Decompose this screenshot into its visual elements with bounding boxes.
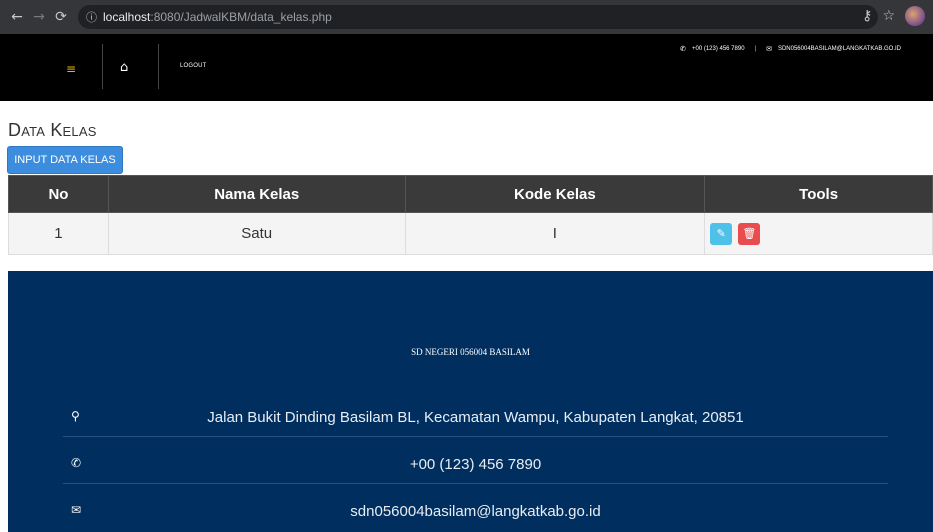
cell-no: 1 <box>8 212 109 255</box>
header-email: SDN056004BASILAM@LANGKATKAB.GO.ID <box>777 46 901 52</box>
trash-icon: 🗑 <box>742 226 757 240</box>
profile-avatar[interactable] <box>905 6 925 26</box>
hamburger-icon[interactable]: ≡ <box>66 62 76 76</box>
header-phone: +00 (123) 456 7890 <box>691 46 745 52</box>
key-icon[interactable]: ⚷ <box>862 8 872 24</box>
footer-phone: +00 (123) 456 7890 <box>409 456 542 473</box>
edit-button[interactable]: ✎ <box>710 222 733 245</box>
header-nama-kelas: Nama Kelas <box>107 175 406 213</box>
header-kode-kelas: Kode Kelas <box>404 175 706 213</box>
table-header-row: No Nama Kelas Kode Kelas Tools <box>8 175 933 213</box>
cell-kode-kelas: I <box>404 212 706 255</box>
footer-address-row: ⚲ Jalan Bukit Dinding Basilam BL, Kecama… <box>63 399 888 437</box>
back-arrow-icon[interactable]: ← <box>6 9 28 25</box>
url-path: :8080/JadwalKBM/data_kelas.php <box>150 10 332 24</box>
home-icon[interactable]: ⌂ <box>120 60 128 75</box>
reload-icon[interactable]: ⟳ <box>50 9 72 25</box>
url-host: localhost <box>103 10 151 24</box>
header-divider <box>158 44 159 89</box>
table-row: 1 Satu I ✎ 🗑 <box>8 212 933 255</box>
address-bar[interactable]: ⓘ localhost:8080/JadwalKBM/data_kelas.ph… <box>78 5 878 29</box>
cell-tools: ✎ 🗑 <box>704 212 933 255</box>
school-name: SD NEGERI 056004 BASILAM <box>411 347 530 357</box>
browser-toolbar: ← → ⟳ ⓘ localhost:8080/JadwalKBM/data_ke… <box>0 0 933 34</box>
footer-phone-row: ✆ +00 (123) 456 7890 <box>63 446 888 484</box>
footer-email-row: ✉ sdn056004basilam@langkatkab.go.id <box>63 493 888 531</box>
footer-address: Jalan Bukit Dinding Basilam BL, Kecamata… <box>207 409 744 426</box>
pencil-icon: ✎ <box>716 226 726 240</box>
site-footer: SD NEGERI 056004 BASILAM ⚲ Jalan Bukit D… <box>8 271 933 532</box>
kelas-table: No Nama Kelas Kode Kelas Tools 1 Satu I … <box>8 175 933 255</box>
header-divider <box>102 44 103 89</box>
site-header: ≡ ⌂ LOGOUT ✆ +00 (123) 456 7890 | ✉ SDN0… <box>0 34 933 101</box>
header-tools: Tools <box>704 175 933 213</box>
page-title: Data Kelas <box>8 120 97 140</box>
header-no: No <box>8 175 109 213</box>
forward-arrow-icon[interactable]: → <box>28 9 50 25</box>
logout-link[interactable]: LOGOUT <box>180 63 207 69</box>
header-contact: ✆ +00 (123) 456 7890 | ✉ SDN056004BASILA… <box>680 45 901 53</box>
delete-button[interactable]: 🗑 <box>738 222 761 245</box>
contact-separator: | <box>754 46 757 52</box>
footer-email[interactable]: sdn056004basilam@langkatkab.go.id <box>63 503 888 520</box>
info-icon[interactable]: ⓘ <box>86 9 97 25</box>
envelope-icon: ✉ <box>766 45 772 53</box>
input-data-kelas-button[interactable]: INPUT DATA KELAS <box>7 146 123 174</box>
phone-icon: ✆ <box>680 45 686 53</box>
star-icon[interactable]: ☆ <box>882 8 895 24</box>
cell-nama-kelas: Satu <box>107 212 406 255</box>
